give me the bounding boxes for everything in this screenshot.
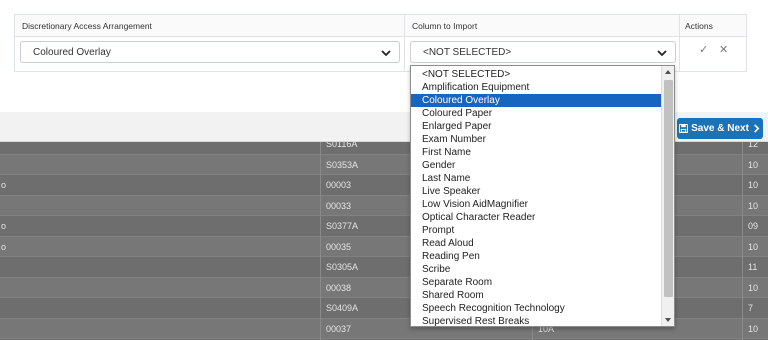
scrollbar-thumb[interactable]: [664, 80, 673, 297]
background-cell-code: 00033: [326, 200, 352, 211]
save-next-button[interactable]: Save & Next: [677, 118, 763, 139]
header-column-to-import: Column to Import: [412, 21, 478, 31]
dropdown-option[interactable]: Coloured Paper: [411, 107, 661, 120]
mapping-table-header: Discretionary Access Arrangement Column …: [15, 15, 746, 37]
background-cell-num: 10: [748, 180, 759, 190]
dropdown-option[interactable]: Reading Pen: [411, 250, 661, 263]
page: S0116A 12 S0353A 10 o 00003 10 00033 10 o S0377A 09…: [0, 0, 768, 340]
dropdown-option[interactable]: Optical Character Reader: [411, 211, 661, 224]
background-cell-lead: o: [1, 180, 7, 190]
background-cell-code: S0353A: [326, 159, 359, 170]
save-next-label: Save & Next: [691, 123, 749, 134]
background-cell-num: 09: [748, 221, 759, 231]
dropdown-option[interactable]: <NOT SELECTED>: [411, 68, 661, 81]
background-cell-code: S0305A: [326, 262, 359, 272]
scroll-down-arrow-icon[interactable]: [665, 318, 671, 322]
background-cell-num: 10: [748, 200, 759, 211]
background-cell-num: 11: [748, 262, 758, 272]
dropdown-option[interactable]: Coloured Overlay: [411, 94, 661, 107]
chevron-down-icon: [657, 50, 667, 57]
dropdown-option[interactable]: Last Name: [411, 172, 661, 185]
background-cell-code: 00037: [326, 323, 352, 334]
background-cell-num: 10: [748, 241, 759, 252]
dropdown-option[interactable]: Enlarged Paper: [411, 120, 661, 133]
dropdown-option[interactable]: Gender: [411, 159, 661, 172]
column-dropdown-list[interactable]: Supervised Rest Breaks Speech Recognition…: [410, 65, 675, 327]
background-cell-num: 7: [748, 303, 754, 313]
dropdown-option[interactable]: Read Aloud: [411, 237, 661, 250]
background-cell-num: 10: [748, 159, 759, 170]
dropdown-option[interactable]: Low Vision AidMagnifier: [411, 198, 661, 211]
dropdown-option[interactable]: Separate Room: [411, 276, 661, 289]
dropdown-option[interactable]: Shared Room: [411, 289, 661, 302]
column-divider: [679, 15, 680, 71]
dropdown-option[interactable]: Scribe: [411, 263, 661, 276]
dropdown-option[interactable]: Prompt: [411, 224, 661, 237]
dropdown-option[interactable]: Supervised Rest Breaks: [411, 315, 661, 326]
background-cell-lead: o: [1, 241, 7, 252]
background-column-divider: [742, 140, 743, 340]
dropdown-option[interactable]: Live Speaker: [411, 185, 661, 198]
scroll-up-arrow-icon[interactable]: [665, 70, 671, 74]
dropdown-scrollbar[interactable]: [661, 66, 674, 326]
header-arrangement: Discretionary Access Arrangement: [22, 21, 152, 31]
arrangement-select[interactable]: Coloured Overlay: [20, 41, 400, 63]
background-cell-num: 10: [748, 323, 759, 334]
cancel-x-icon[interactable]: ✕: [719, 43, 728, 56]
arrangement-select-value: Coloured Overlay: [33, 47, 111, 58]
background-cell-lead: o: [1, 221, 7, 231]
dropdown-option[interactable]: Speech Recognition Technology: [411, 302, 661, 315]
column-select-value: <NOT SELECTED>: [423, 47, 512, 58]
dropdown-option[interactable]: Amplification Equipment: [411, 81, 661, 94]
column-divider: [404, 15, 405, 71]
background-cell-code: 00003: [326, 180, 352, 190]
save-icon: [679, 124, 689, 133]
confirm-check-icon[interactable]: ✓: [699, 43, 708, 56]
background-cell-code: 00035: [326, 241, 352, 252]
chevron-right-icon: [754, 124, 760, 133]
header-actions: Actions: [685, 21, 713, 31]
background-column-divider: [320, 140, 321, 340]
background-cell-code: S0377A: [326, 221, 359, 231]
dropdown-option[interactable]: Exam Number: [411, 133, 661, 146]
background-cell-num: 10: [748, 282, 759, 293]
column-to-import-select[interactable]: <NOT SELECTED>: [410, 41, 676, 63]
background-cell-code: S0409A: [326, 303, 359, 313]
chevron-down-icon: [381, 50, 391, 57]
dropdown-option[interactable]: First Name: [411, 146, 661, 159]
background-cell-code: 00038: [326, 282, 352, 293]
